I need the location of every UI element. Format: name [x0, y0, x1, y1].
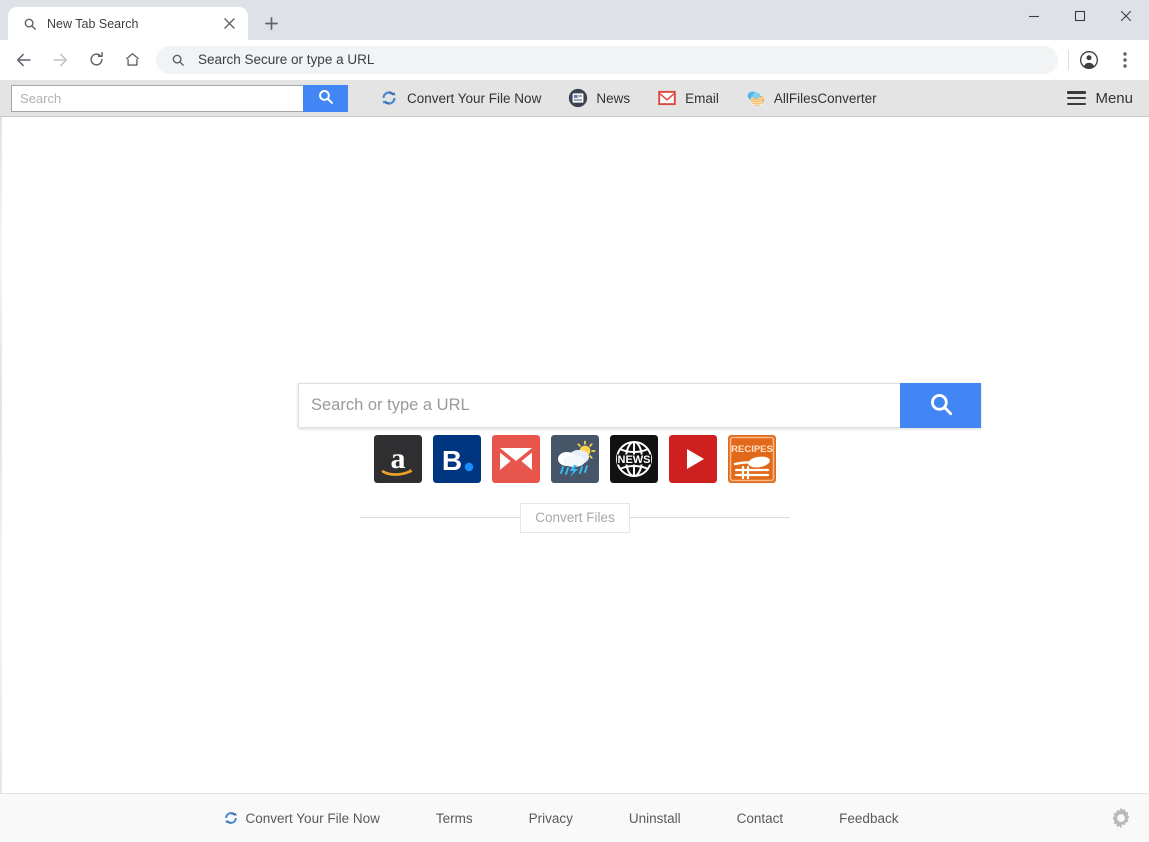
search-icon — [22, 16, 38, 32]
main-search-input[interactable] — [298, 383, 900, 428]
footer-link-privacy[interactable]: Privacy — [529, 811, 573, 826]
svg-text:RECIPES: RECIPES — [731, 444, 773, 455]
browser-tab[interactable]: New Tab Search — [8, 7, 248, 40]
convert-cycle-icon — [223, 810, 239, 826]
toolbar-search-input[interactable] — [11, 84, 303, 112]
convert-files-row: Convert Files — [360, 503, 790, 533]
toolbar-link-news[interactable]: News — [567, 88, 630, 109]
news-paper-icon — [567, 88, 588, 109]
shortcut-tile-video[interactable] — [668, 435, 717, 483]
shortcut-tile-weather[interactable] — [550, 435, 599, 483]
reload-icon[interactable] — [80, 44, 112, 76]
omnibox[interactable]: Search Secure or type a URL — [156, 45, 1058, 74]
shortcut-tile-recipes[interactable]: RECIPES — [727, 435, 776, 483]
search-icon — [170, 52, 186, 68]
allfilesconverter-icon — [745, 88, 766, 109]
window-controls — [1011, 0, 1149, 32]
footer-links: Convert Your File Now Terms Privacy Unin… — [223, 810, 927, 826]
svg-text:B: B — [441, 445, 461, 476]
toolbar-links: Convert Your File Now News Email AllFile… — [378, 88, 903, 109]
convert-cycle-icon — [378, 88, 399, 109]
divider-left — [360, 517, 521, 519]
forward-arrow-icon[interactable] — [44, 44, 76, 76]
svg-text:NEWS: NEWS — [617, 454, 650, 466]
shortcut-tile-amazon[interactable]: a — [373, 435, 422, 483]
new-tab-button[interactable] — [257, 9, 285, 37]
email-envelope-icon — [656, 88, 677, 109]
back-arrow-icon[interactable] — [8, 44, 40, 76]
hamburger-icon — [1067, 91, 1087, 105]
footer-link-feedback[interactable]: Feedback — [839, 811, 898, 826]
extension-toolbar: Convert Your File Now News — [0, 80, 1149, 117]
toolbar-link-allfilesconverter[interactable]: AllFilesConverter — [745, 88, 877, 109]
nav-divider — [1068, 49, 1069, 70]
footer-link-label: Convert Your File Now — [245, 810, 380, 826]
toolbar-menu-label: Menu — [1095, 89, 1133, 107]
footer-link-terms[interactable]: Terms — [436, 811, 473, 826]
toolbar-link-label: News — [596, 90, 631, 106]
gear-icon[interactable] — [1107, 804, 1135, 832]
navigation-bar: Search Secure or type a URL — [0, 40, 1149, 80]
toolbar-link-label: AllFilesConverter — [773, 90, 877, 106]
toolbar-link-convert-your-file-now[interactable]: Convert Your File Now — [378, 88, 541, 109]
toolbar-search-group — [11, 84, 348, 112]
close-icon[interactable] — [221, 15, 238, 32]
shortcut-tile-news[interactable]: NEWS — [609, 435, 658, 483]
minimize-button[interactable] — [1011, 0, 1057, 32]
footer-link-convert-your-file-now[interactable]: Convert Your File Now — [223, 810, 380, 826]
search-icon — [317, 88, 334, 108]
shortcut-tile-booking[interactable]: B — [432, 435, 481, 483]
toolbar-menu-button[interactable]: Menu — [1067, 90, 1133, 107]
shortcut-tiles: a B NEWS RECIPES — [0, 435, 1149, 483]
convert-files-button[interactable]: Convert Files — [520, 503, 630, 533]
toolbar-link-email[interactable]: Email — [656, 88, 719, 109]
main-search-group — [298, 383, 981, 428]
browser-window: New Tab Search Search Secure or type a U… — [0, 0, 1149, 842]
tab-title: New Tab Search — [47, 16, 139, 31]
svg-text:a: a — [390, 442, 405, 475]
footer-link-contact[interactable]: Contact — [737, 811, 784, 826]
tab-strip: New Tab Search — [0, 0, 1149, 40]
footer-link-uninstall[interactable]: Uninstall — [629, 811, 681, 826]
home-icon[interactable] — [116, 44, 148, 76]
toolbar-search-button[interactable] — [303, 84, 348, 112]
maximize-button[interactable] — [1057, 0, 1103, 32]
page-content: a B — [0, 117, 1149, 793]
divider-right — [629, 517, 790, 519]
profile-avatar-icon[interactable] — [1073, 44, 1105, 76]
omnibox-text: Search Secure or type a URL — [198, 52, 375, 67]
page-footer: Convert Your File Now Terms Privacy Unin… — [0, 793, 1149, 842]
toolbar-link-label: Convert Your File Now — [407, 90, 542, 106]
three-dot-menu-icon[interactable] — [1109, 44, 1141, 76]
toolbar-link-label: Email — [685, 90, 719, 106]
search-icon — [928, 391, 954, 420]
close-button[interactable] — [1103, 0, 1149, 32]
shortcut-tile-email[interactable] — [491, 435, 540, 483]
main-search-button[interactable] — [900, 383, 981, 428]
